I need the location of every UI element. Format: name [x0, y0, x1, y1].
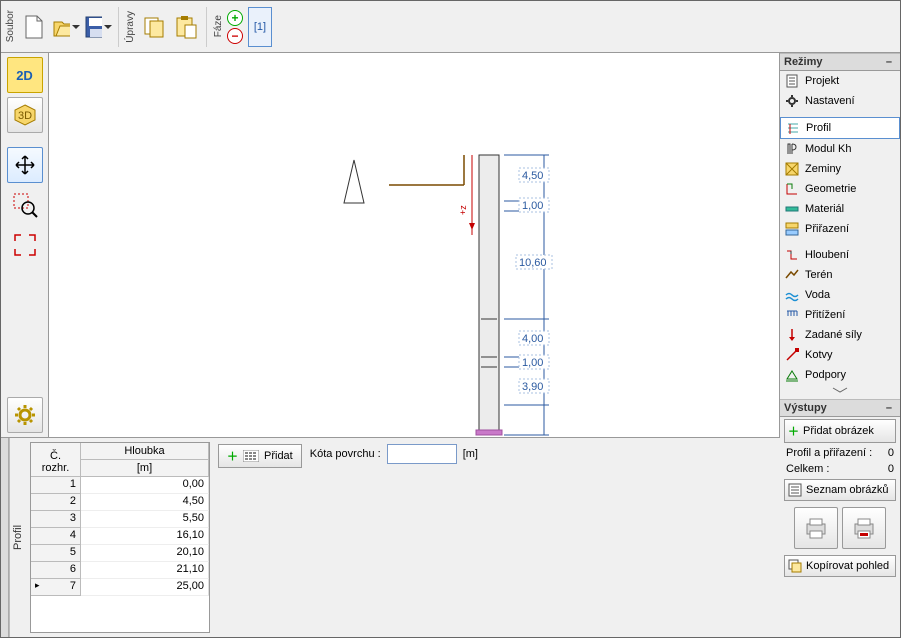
mode-kotvy[interactable]: Kotvy [780, 345, 900, 365]
canvas[interactable]: +z 4,50 1,00 10,60 4,00 1,00 3,9 [49, 53, 780, 437]
fit-button[interactable] [7, 227, 43, 263]
kota-unit: [m] [463, 448, 478, 460]
save-button[interactable] [83, 12, 113, 42]
mode-voda[interactable]: Voda [780, 285, 900, 305]
table-row[interactable]: 725,00 [31, 579, 209, 596]
mode-prirazeni[interactable]: Přiřazení [780, 219, 900, 239]
mode-nastaveni[interactable]: Nastavení [780, 91, 900, 111]
list-images-button[interactable]: Seznam obrázků [784, 479, 896, 501]
kota-label: Kóta povrchu : [310, 448, 381, 460]
profile-count-label: Profil a přiřazení : [786, 447, 872, 459]
view-2d-button[interactable]: 2D [7, 57, 43, 93]
profile-table[interactable]: Č. rozhr. Hloubka [m] 10,0024,5035,50416… [30, 442, 210, 633]
group-label-soubor: Soubor [3, 10, 18, 42]
svg-text:3D: 3D [17, 110, 31, 122]
settings-gear-button[interactable] [7, 397, 43, 433]
table-row[interactable]: 24,50 [31, 494, 209, 511]
table-row[interactable]: 416,10 [31, 528, 209, 545]
open-file-button[interactable] [51, 12, 81, 42]
svg-text:1,00: 1,00 [522, 200, 543, 212]
mode-geometrie[interactable]: Geometrie [780, 179, 900, 199]
mode-hloubeni[interactable]: Hloubení [780, 245, 900, 265]
stage-add-button[interactable]: + [227, 10, 243, 26]
view-3d-button[interactable]: 3D [7, 97, 43, 133]
outputs-head: Výstupy– [780, 399, 900, 417]
paste-button[interactable] [171, 12, 201, 42]
col-index: Č. rozhr. [31, 443, 81, 477]
modes-more-button[interactable] [780, 385, 900, 399]
print-bw-button[interactable] [794, 507, 838, 549]
new-file-button[interactable] [19, 12, 49, 42]
outputs-min-button[interactable]: – [882, 402, 896, 414]
zoom-button[interactable] [7, 187, 43, 223]
top-toolbar: Soubor Úpravy Fáze + − [1] [1, 1, 900, 53]
mode-pritizeni[interactable]: Přitížení [780, 305, 900, 325]
mode-podpory[interactable]: Podpory [780, 365, 900, 385]
total-count-label: Celkem : [786, 463, 829, 475]
total-count-value: 0 [888, 463, 894, 475]
modes-min-button[interactable]: – [882, 56, 896, 68]
svg-text:1,00: 1,00 [522, 357, 543, 369]
right-panel: Režimy– Projekt Nastavení Profil Modul K… [780, 53, 900, 637]
modes-head: Režimy– [780, 53, 900, 71]
col-depth-label: Hloubka [81, 443, 209, 460]
axis-label: +z [458, 205, 468, 215]
table-row[interactable]: 520,10 [31, 545, 209, 562]
mode-profil[interactable]: Profil [780, 117, 900, 139]
svg-text:4,50: 4,50 [522, 170, 543, 182]
mode-material[interactable]: Materiál [780, 199, 900, 219]
copy-view-button[interactable]: Kopírovat pohled [784, 555, 896, 577]
dimensions: 4,50 1,00 10,60 4,00 1,00 3,90 [504, 155, 552, 435]
mode-projekt[interactable]: Projekt [780, 71, 900, 91]
svg-text:4,00: 4,00 [522, 333, 543, 345]
group-label-upravy: Úpravy [123, 11, 138, 43]
print-color-button[interactable] [842, 507, 886, 549]
add-image-button[interactable]: ＋Přidat obrázek [784, 419, 896, 443]
profile-count-value: 0 [888, 447, 894, 459]
left-rail: 2D 3D [1, 53, 49, 437]
mode-modulkh[interactable]: Modul Kh [780, 139, 900, 159]
table-row[interactable]: 35,50 [31, 511, 209, 528]
mode-zadanesily[interactable]: Zadané síly [780, 325, 900, 345]
kota-input[interactable] [387, 444, 457, 464]
mode-zeminy[interactable]: Zeminy [780, 159, 900, 179]
table-row[interactable]: 10,00 [31, 477, 209, 494]
copy-button[interactable] [139, 12, 169, 42]
add-row-button[interactable]: ＋ Přidat [218, 444, 302, 468]
pan-button[interactable] [7, 147, 43, 183]
group-label-faze: Fáze [211, 15, 226, 37]
svg-text:3,90: 3,90 [522, 381, 543, 393]
col-depth-unit: [m] [81, 460, 209, 477]
svg-text:10,60: 10,60 [519, 257, 547, 269]
mode-teren[interactable]: Terén [780, 265, 900, 285]
table-row[interactable]: 621,10 [31, 562, 209, 579]
bottom-tab-label: Profil [9, 438, 26, 637]
stage-1-button[interactable]: [1] [248, 7, 272, 47]
stage-remove-button[interactable]: − [227, 28, 243, 44]
